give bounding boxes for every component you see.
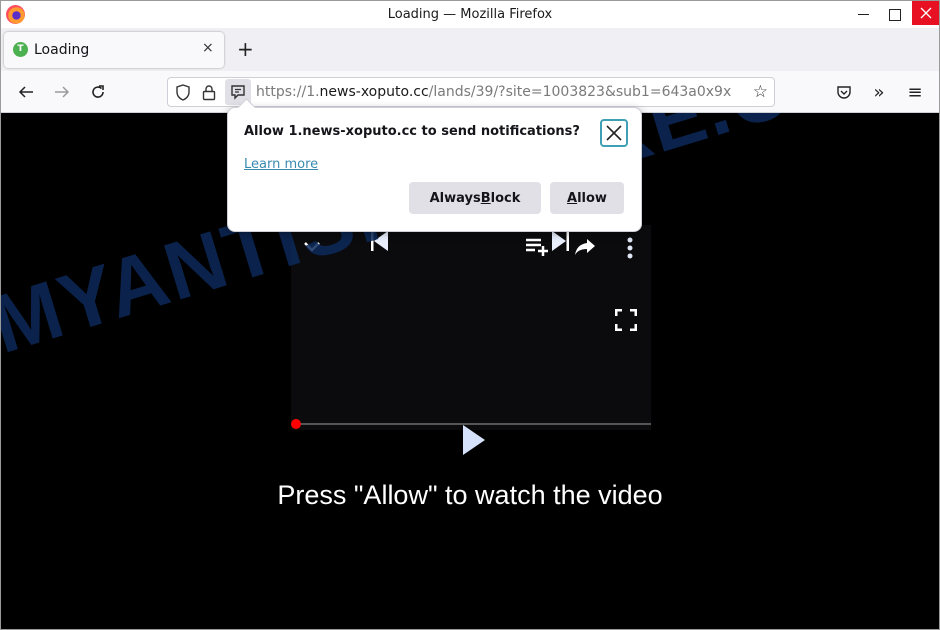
pocket-button[interactable] xyxy=(832,80,856,104)
url-scheme: https:// xyxy=(256,84,307,100)
pocket-icon xyxy=(837,86,851,99)
url-text[interactable]: https://1.news-xoputo.cc/lands/39/?site=… xyxy=(256,84,746,100)
learn-more-link[interactable]: Learn more xyxy=(244,157,318,172)
tab-label: Loading xyxy=(34,42,90,58)
notification-permission-popup: Allow 1.news-xoputo.cc to send notificat… xyxy=(227,98,642,232)
popup-message: Allow 1.news-xoputo.cc to send notificat… xyxy=(244,124,580,139)
back-button[interactable] xyxy=(14,80,38,104)
close-icon xyxy=(920,7,931,19)
call-to-action-text: Press "Allow" to watch the video xyxy=(277,480,663,510)
maximize-icon xyxy=(889,8,901,21)
close-window-button[interactable] xyxy=(912,1,939,25)
next-track-icon[interactable] xyxy=(549,229,573,253)
popup-close-button[interactable] xyxy=(600,119,628,147)
share-icon[interactable] xyxy=(572,235,598,259)
new-tab-button[interactable]: + xyxy=(237,39,254,59)
add-to-queue-icon[interactable] xyxy=(524,235,550,259)
url-path: /lands/39/?site=1003823&sub1=643a0x9x xyxy=(428,84,732,100)
arrow-right-icon xyxy=(55,86,70,98)
collapse-chevron-icon[interactable] xyxy=(299,235,325,259)
allow-label-post: llow xyxy=(577,190,607,206)
always-block-button[interactable]: Always Block xyxy=(409,182,541,214)
url-subdomain: 1. xyxy=(306,84,320,100)
minimize-icon xyxy=(857,14,869,15)
reload-button[interactable] xyxy=(86,80,110,104)
minimize-button[interactable] xyxy=(848,1,878,28)
tab-favicon-icon: T xyxy=(13,42,28,57)
arrow-left-icon xyxy=(18,86,33,98)
play-icon[interactable] xyxy=(459,423,489,457)
fullscreen-icon[interactable] xyxy=(613,307,639,333)
window-title: Loading — Mozilla Firefox xyxy=(387,7,553,22)
previous-track-icon[interactable] xyxy=(367,229,391,253)
block-label-pre: Always xyxy=(429,190,481,206)
tracking-protection-shield-icon[interactable] xyxy=(173,82,193,102)
lock-icon[interactable] xyxy=(199,82,219,102)
title-bar: Loading — Mozilla Firefox xyxy=(1,1,939,28)
tab-strip: T Loading × + xyxy=(1,28,939,71)
tab-loading[interactable]: T Loading × xyxy=(4,32,224,68)
browser-window: Loading — Mozilla Firefox T Loading × + xyxy=(0,0,940,630)
url-host: news-xoputo.cc xyxy=(319,84,429,100)
forward-button[interactable] xyxy=(50,80,74,104)
block-accesskey: B xyxy=(480,190,491,206)
reload-icon xyxy=(92,85,104,98)
app-menu-button[interactable]: ≡ xyxy=(903,80,927,104)
progress-track[interactable] xyxy=(296,423,651,425)
allow-button[interactable]: Allow xyxy=(550,182,624,214)
url-bar[interactable]: https://1.news-xoputo.cc/lands/39/?site=… xyxy=(167,77,775,107)
close-icon xyxy=(606,125,622,141)
maximize-button[interactable] xyxy=(880,1,910,28)
bookmark-star-icon[interactable]: ☆ xyxy=(753,82,768,102)
block-label-post: lock xyxy=(490,190,521,206)
tab-close-button[interactable]: × xyxy=(202,40,214,56)
more-options-icon[interactable] xyxy=(621,235,639,261)
overflow-menu-button[interactable]: » xyxy=(867,80,891,104)
progress-scrubber[interactable] xyxy=(291,419,301,429)
allow-accesskey: A xyxy=(567,190,578,206)
fake-video-player[interactable] xyxy=(291,225,651,455)
